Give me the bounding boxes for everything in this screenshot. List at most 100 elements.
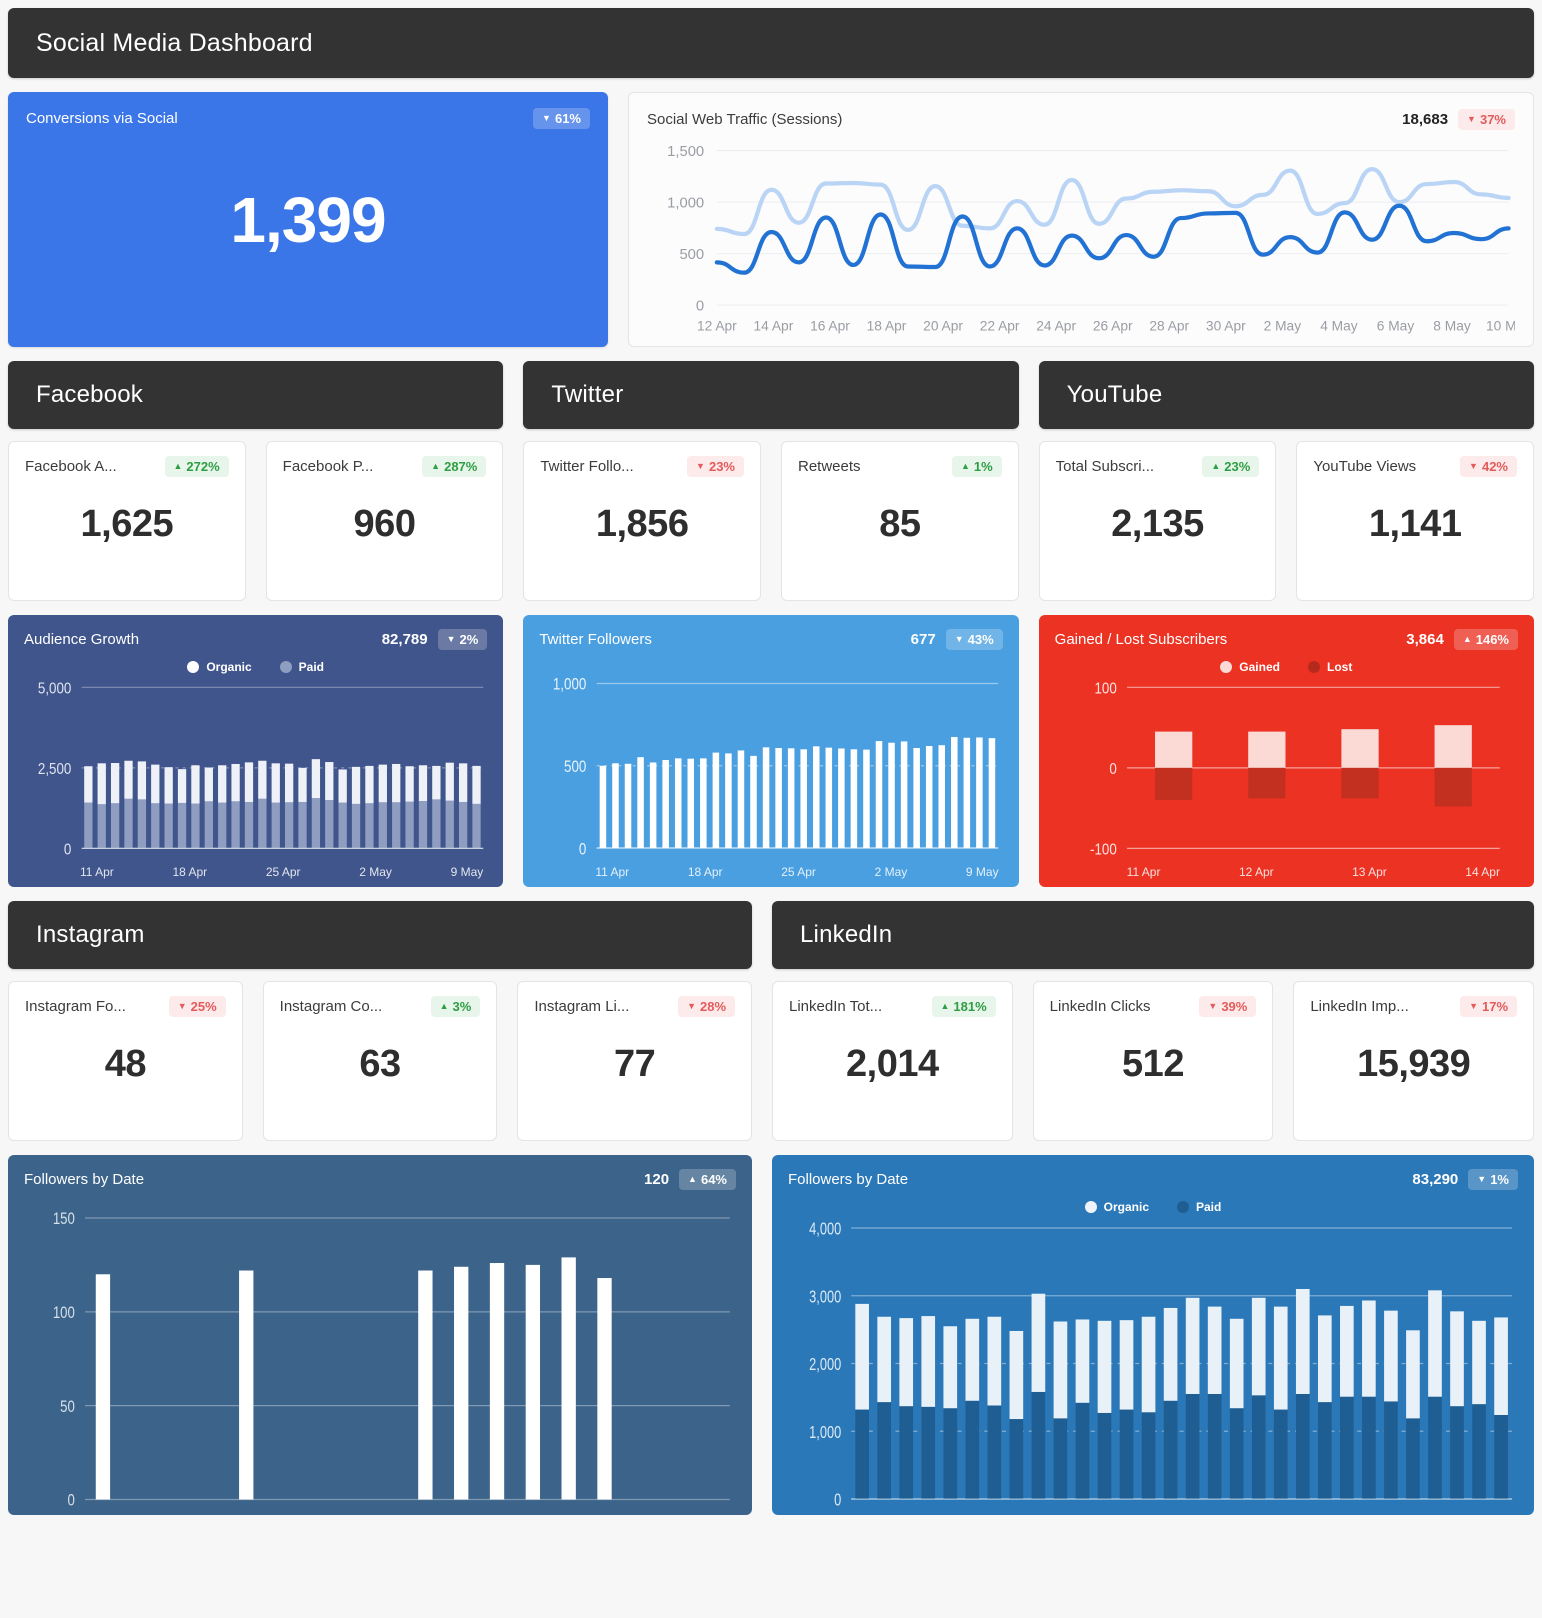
metric-value: 1,141 [1368, 503, 1462, 545]
linkedin-followers-plot: 4,000 3,000 2,000 1,000 0 [788, 1220, 1518, 1507]
twitter-followers-metric: 677 [910, 631, 936, 648]
svg-text:4,000: 4,000 [809, 1220, 841, 1239]
metric-delta-value: 287% [444, 459, 478, 474]
svg-text:22 Apr: 22 Apr [980, 319, 1020, 334]
arrow-down-icon: ▼ [1208, 1001, 1218, 1011]
svg-text:0: 0 [579, 841, 586, 858]
x-axis-label: 9 May [965, 865, 999, 879]
metric-card[interactable]: Twitter Follo... ▼ 23% 1,856 [523, 441, 761, 601]
metric-card[interactable]: LinkedIn Tot... ▲ 181% 2,014 [772, 981, 1013, 1141]
metric-card[interactable]: Facebook P... ▲ 287% 960 [265, 441, 504, 601]
metric-delta-badge: ▲ 272% [164, 456, 229, 477]
metric-delta-value: 23% [1224, 459, 1251, 474]
metric-card[interactable]: Instagram Li... ▼ 28% 77 [517, 981, 753, 1141]
arrow-down-icon: ▼ [542, 113, 551, 123]
metric-card[interactable]: Total Subscri... ▲ 23% 2,135 [1038, 441, 1277, 601]
arrow-down-icon: ▼ [687, 1001, 696, 1011]
metric-delta-value: 272% [186, 459, 220, 474]
chart-row-2: Followers by Date 120 ▲ 64% 150 100 50 0 Fol… [8, 1155, 1534, 1515]
svg-text:8 May: 8 May [1433, 319, 1471, 334]
metric-card[interactable]: Instagram Co... ▲ 3% 63 [262, 981, 498, 1141]
metric-card[interactable]: Instagram Fo... ▼ 25% 48 [8, 981, 243, 1141]
metric-delta-value: 17% [1481, 999, 1509, 1014]
section-title-linkedin: LinkedIn [800, 921, 893, 948]
legend-item-paid[interactable]: Paid [1177, 1200, 1221, 1214]
metric-label: Retweets [798, 458, 861, 475]
metric-label: Total Subscri... [1055, 458, 1155, 475]
legend-item-organic[interactable]: Organic [1084, 1200, 1149, 1214]
svg-text:0: 0 [64, 841, 71, 858]
metric-delta-badge: ▲ 1% [951, 456, 1002, 477]
metric-delta-badge: ▼ 28% [678, 996, 736, 1017]
section-title-facebook: Facebook [36, 381, 143, 408]
social-web-traffic-card[interactable]: Social Web Traffic (Sessions) 18,683 ▼ 3… [628, 92, 1534, 347]
svg-text:0: 0 [696, 298, 704, 314]
metric-delta-value: 28% [699, 999, 727, 1014]
x-axis-label: 25 Apr [781, 865, 816, 879]
svg-text:500: 500 [679, 247, 704, 263]
page-header: Social Media Dashboard [8, 8, 1534, 78]
metric-card[interactable]: LinkedIn Clicks ▼ 39% 512 [1032, 981, 1274, 1141]
instagram-followers-by-date-card[interactable]: Followers by Date 120 ▲ 64% 150 100 50 0 [8, 1155, 752, 1515]
metric-delta-value: 1% [973, 459, 993, 474]
legend-label-organic: Organic [206, 660, 252, 674]
x-axis-label: 18 Apr [687, 865, 723, 879]
audience-growth-xaxis: 11 Apr 18 Apr 25 Apr 2 May 9 May [80, 863, 483, 879]
section-header-youtube: YouTube [1038, 361, 1534, 429]
twitter-followers-chart-card[interactable]: Twitter Followers 677 ▼ 43% 0 500 1,000 11 … [523, 615, 1019, 887]
section-header-linkedin: LinkedIn [772, 901, 1534, 969]
metric-label: Twitter Follo... [540, 458, 634, 475]
legend-item-organic[interactable]: Organic [187, 660, 252, 674]
legend-label-organic: Organic [1103, 1200, 1149, 1214]
svg-text:18 Apr: 18 Apr [867, 319, 907, 334]
svg-text:1,000: 1,000 [809, 1423, 841, 1442]
svg-text:4 May: 4 May [1320, 319, 1358, 334]
metric-card-header: LinkedIn Imp... ▼ 17% [1310, 996, 1518, 1017]
metric-card[interactable]: Retweets ▲ 1% 85 [781, 441, 1019, 601]
arrow-up-icon: ▲ [1211, 461, 1221, 471]
legend-label-gained: Gained [1239, 660, 1280, 674]
svg-text:0: 0 [1109, 761, 1116, 778]
linkedin-followers-by-date-card[interactable]: Followers by Date 83,290 ▼ 1% Organic Pai… [772, 1155, 1534, 1515]
conversions-card-header: Conversions via Social ▼ 61% [26, 108, 590, 129]
metric-label: Facebook A... [25, 458, 117, 475]
x-axis-label: 9 May [450, 865, 484, 879]
x-axis-label: 2 May [359, 865, 392, 879]
twitter-followers-delta-badge: ▼ 43% [945, 629, 1003, 650]
chart-row-1: Audience Growth 82,789 ▼ 2% Organic Paid … [8, 615, 1534, 887]
svg-text:1,000: 1,000 [667, 195, 704, 211]
x-axis-label: 11 Apr [1126, 865, 1161, 879]
gained-lost-delta-badge: ▲ 146% [1453, 629, 1518, 650]
svg-text:28 Apr: 28 Apr [1149, 319, 1189, 334]
metric-card-header: Facebook P... ▲ 287% [283, 456, 487, 477]
x-axis-label: 11 Apr [595, 865, 630, 879]
metric-card-header: Total Subscri... ▲ 23% [1056, 456, 1260, 477]
linkedin-followers-delta-badge: ▼ 1% [1468, 1169, 1518, 1190]
svg-text:2 May: 2 May [1264, 319, 1302, 334]
conversions-card[interactable]: Conversions via Social ▼ 61% 1,399 [8, 92, 608, 347]
metric-value: 85 [879, 503, 921, 545]
conversions-label: Conversions via Social [26, 110, 178, 127]
metric-delta-value: 42% [1481, 459, 1508, 474]
audience-growth-chart-card[interactable]: Audience Growth 82,789 ▼ 2% Organic Paid … [8, 615, 504, 887]
gained-lost-subscribers-chart-card[interactable]: Gained / Lost Subscribers 3,864 ▲ 146% Ga… [1038, 615, 1534, 887]
svg-text:150: 150 [53, 1211, 75, 1229]
metric-card[interactable]: Facebook A... ▲ 272% 1,625 [8, 441, 246, 601]
metric-card[interactable]: LinkedIn Imp... ▼ 17% 15,939 [1293, 981, 1535, 1141]
legend-item-gained[interactable]: Gained [1220, 660, 1280, 674]
metric-value: 2,135 [1111, 503, 1204, 545]
metric-cards-row-2: Instagram Fo... ▼ 25% 48 Instagram Co... ▲ 3% 6… [8, 981, 1535, 1141]
legend-item-paid[interactable]: Paid [279, 660, 324, 674]
metric-card[interactable]: YouTube Views ▼ 42% 1,141 [1296, 441, 1534, 601]
x-axis-label: 18 Apr [172, 865, 208, 879]
metric-card-header: Retweets ▲ 1% [798, 456, 1002, 477]
linkedin-followers-metric: 83,290 [1412, 1171, 1459, 1188]
metric-delta-badge: ▲ 3% [430, 996, 481, 1017]
svg-text:20 Apr: 20 Apr [923, 319, 963, 334]
legend-item-lost[interactable]: Lost [1307, 660, 1352, 674]
gained-lost-header: Gained / Lost Subscribers 3,864 ▲ 146% [1055, 629, 1518, 650]
metric-card-header: Instagram Co... ▲ 3% [280, 996, 481, 1017]
metric-card-group: Instagram Fo... ▼ 25% 48 Instagram Co... ▲ 3% 6… [8, 981, 753, 1141]
x-axis-label: 14 Apr [1465, 865, 1500, 879]
legend-dot-icon [1177, 1201, 1189, 1213]
